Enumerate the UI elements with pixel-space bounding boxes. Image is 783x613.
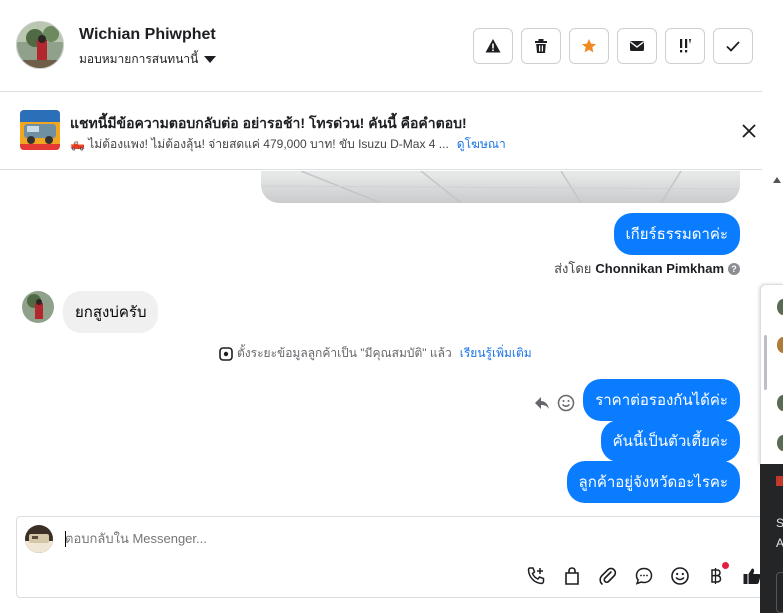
notice-text: ตั้งระยะข้อมูลลูกค้าเป็น "มีคุณสมบัติ" แ… [237, 346, 452, 360]
attach-button[interactable] [597, 565, 619, 587]
contact-name[interactable]: Wichian Phiwphet [79, 26, 216, 44]
mark-unread-button[interactable] [617, 28, 657, 64]
sent-by-prefix: ส่งโดย [554, 261, 592, 276]
sent-by-label: ส่งโดย Chonnikan Pimkham ? [554, 258, 740, 279]
star-button[interactable] [569, 28, 609, 64]
ad-title: แชทนี้มีข้อความตอบกลับต่อ อย่ารอช้า! โทร… [70, 115, 467, 131]
assign-label: มอบหมายการสนทนานี้ [79, 52, 199, 66]
report-spam-button[interactable] [473, 28, 513, 64]
reply-input[interactable] [65, 531, 745, 546]
ad-subtitle-text: 🛻 ไม่ต้องแพง! ไม่ต้องลุ้น! จ่ายสดแค่ 479… [70, 137, 449, 151]
envelope-icon [630, 41, 644, 51]
follow-up-button[interactable] [665, 28, 705, 64]
shop-button[interactable] [561, 565, 583, 587]
image-message[interactable] [261, 171, 740, 203]
header-actions [473, 28, 753, 64]
contact-avatar-small[interactable] [22, 291, 54, 323]
dark-panel-text: A [776, 536, 783, 550]
baht-icon [711, 568, 722, 584]
side-avatar[interactable] [777, 395, 783, 411]
call-button[interactable] [525, 565, 547, 587]
ad-thumbnail[interactable] [20, 110, 60, 150]
delete-button[interactable] [521, 28, 561, 64]
side-scrollbar[interactable] [764, 335, 767, 390]
warning-icon [485, 39, 501, 53]
exclamation-icon [680, 39, 691, 53]
assign-conversation-dropdown[interactable]: มอบหมายการสนทนานี้ [79, 50, 217, 69]
scroll-up-icon[interactable] [773, 177, 781, 183]
side-dark-panel: S A [760, 464, 783, 613]
shopping-bag-icon [565, 567, 579, 585]
notification-dot [722, 562, 729, 569]
close-banner-button[interactable] [738, 120, 760, 142]
ad-banner: แชทนี้มีข้อความตอบกลับต่อ อย่ารอช้า! โทร… [0, 92, 762, 170]
incoming-message[interactable]: ยกสูงบ่ครับ [63, 291, 159, 333]
message-thread[interactable]: เกียร์ธรรมดาค่ะ ส่งโดย Chonnikan Pimkham… [0, 171, 762, 516]
react-emoji-icon[interactable] [557, 394, 575, 412]
learn-more-link[interactable]: เรียนรู้เพิ่มเติม [460, 344, 532, 363]
payment-button[interactable] [705, 562, 729, 587]
check-icon [726, 41, 740, 52]
mark-done-button[interactable] [713, 28, 753, 64]
chevron-down-icon [204, 56, 217, 63]
saved-replies-button[interactable] [633, 565, 655, 587]
trash-icon [535, 39, 547, 53]
ad-subtitle: 🛻 ไม่ต้องแพง! ไม่ต้องลุ้น! จ่ายสดแค่ 479… [70, 135, 506, 154]
outgoing-message[interactable]: ราคาต่อรองกันได้ค่ะ [583, 379, 740, 421]
star-icon [582, 39, 596, 53]
dark-panel-box[interactable] [776, 572, 783, 613]
dark-panel-text: S [776, 516, 783, 530]
reply-composer [16, 516, 762, 598]
paperclip-icon [599, 567, 617, 585]
message-tools [533, 394, 575, 412]
lead-stage-icon [219, 346, 233, 361]
emoji-icon [671, 567, 689, 585]
thumbs-up-icon [743, 568, 761, 584]
emoji-button[interactable] [669, 565, 691, 587]
flag-icon [776, 476, 783, 486]
contact-avatar[interactable] [16, 21, 64, 69]
view-ad-link[interactable]: ดูโฆษณา [457, 135, 506, 154]
close-icon [742, 124, 756, 138]
page-avatar [25, 525, 53, 553]
outgoing-message[interactable]: ลูกค้าอยู่จังหวัดอะไรคะ [566, 461, 740, 503]
outgoing-message[interactable]: คันนี้เป็นตัวเตี้ยค่ะ [600, 420, 740, 462]
side-inbox-panel[interactable] [760, 284, 783, 464]
phone-plus-icon [527, 567, 545, 585]
conversation-header: Wichian Phiwphet มอบหมายการสนทนานี้ [0, 0, 762, 92]
side-avatar[interactable] [777, 337, 783, 353]
composer-tools [525, 562, 763, 587]
system-notice: ตั้งระยะข้อมูลลูกค้าเป็น "มีคุณสมบัติ" แ… [219, 344, 532, 363]
side-avatar[interactable] [777, 299, 783, 315]
outgoing-message[interactable]: เกียร์ธรรมดาค่ะ [613, 213, 740, 255]
chat-bubble-icon [635, 567, 653, 585]
side-avatar[interactable] [777, 435, 783, 451]
sent-by-name: Chonnikan Pimkham [595, 261, 724, 276]
reply-icon[interactable] [533, 394, 551, 412]
help-icon[interactable]: ? [728, 262, 740, 275]
text-cursor [65, 531, 66, 547]
